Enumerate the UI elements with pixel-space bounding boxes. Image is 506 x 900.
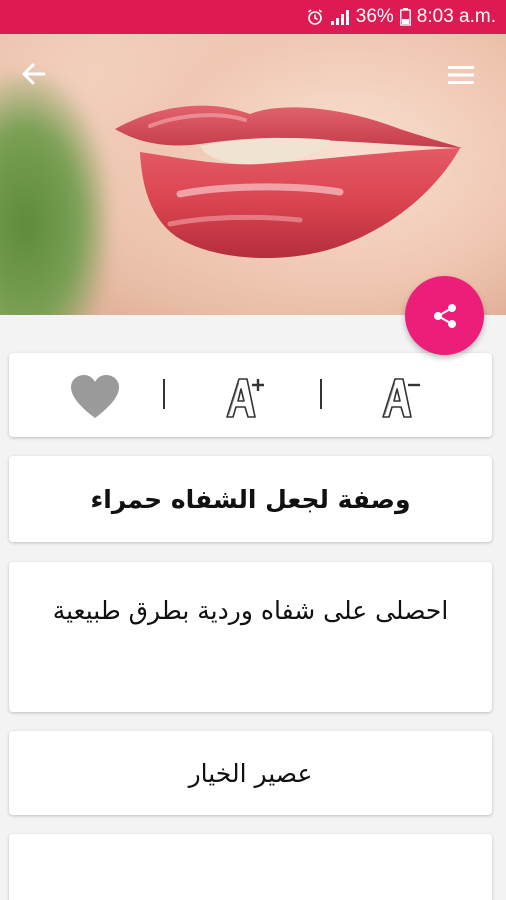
font-decrease-button[interactable] — [373, 369, 429, 425]
toolbar-divider — [163, 379, 165, 409]
recipe-description: احصلى على شفاه وردية بطرق طبيعية — [52, 596, 449, 625]
hamburger-menu-icon — [448, 66, 474, 84]
toolbar-divider — [320, 379, 322, 409]
favorite-heart-icon — [71, 375, 119, 418]
font-increase-button[interactable] — [217, 369, 273, 425]
action-toolbar — [9, 353, 492, 437]
lips-illustration — [115, 105, 462, 259]
ingredient-label: عصير الخيار — [188, 758, 313, 788]
recipe-description-card: احصلى على شفاه وردية بطرق طبيعية — [9, 562, 492, 712]
font-decrease-icon — [382, 378, 420, 418]
content-card — [9, 834, 492, 900]
ingredient-card: عصير الخيار — [9, 731, 492, 815]
battery-icon — [399, 8, 411, 26]
signal-icon — [330, 8, 350, 26]
back-button[interactable] — [16, 56, 52, 92]
clock: 8:03 a.m. — [416, 6, 496, 27]
menu-button[interactable] — [444, 58, 478, 92]
favorite-button[interactable] — [67, 369, 123, 425]
alarm-icon — [306, 8, 324, 26]
font-increase-icon — [226, 378, 264, 418]
battery-percent: 36% — [355, 6, 394, 27]
arrow-left-icon — [22, 63, 46, 85]
share-button[interactable] — [405, 276, 484, 355]
recipe-title: وصفة لجعل الشفاه حمراء — [90, 484, 411, 514]
recipe-title-card: وصفة لجعل الشفاه حمراء — [9, 456, 492, 542]
hero-image — [0, 34, 506, 315]
status-bar: 36% 8:03 a.m. — [0, 0, 506, 34]
share-icon — [433, 303, 456, 328]
